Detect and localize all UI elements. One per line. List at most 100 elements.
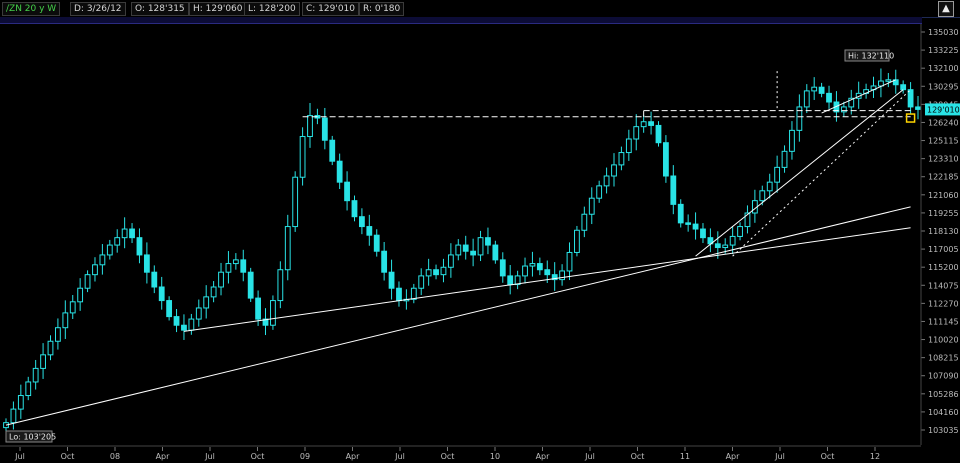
- candle-body: [247, 271, 254, 299]
- candle-body: [655, 124, 662, 144]
- y-tick-label: 107090: [928, 372, 959, 381]
- candle-body: [425, 269, 432, 277]
- y-tick-label: 104160: [928, 408, 959, 417]
- x-tick-label: Oct: [441, 452, 455, 461]
- candle-body: [714, 243, 721, 249]
- candle-body: [685, 222, 692, 225]
- candle-body: [907, 89, 914, 108]
- candle-body: [470, 250, 477, 256]
- candle-body: [136, 237, 143, 256]
- candle-body: [544, 269, 551, 276]
- candle-body: [492, 244, 499, 261]
- candle-body: [277, 269, 284, 302]
- candle-body: [106, 244, 113, 256]
- candle-body: [329, 139, 336, 162]
- x-tick-label: 09: [300, 452, 310, 461]
- candle-body: [447, 254, 454, 268]
- candle-body: [218, 271, 224, 288]
- candle-body: [373, 234, 380, 252]
- x-tick-label: Jul: [204, 452, 215, 461]
- x-tick-label: Apr: [156, 452, 171, 461]
- candle-body: [455, 244, 462, 256]
- candle-body: [203, 296, 210, 309]
- candle-body: [188, 318, 195, 331]
- candle-body: [729, 235, 736, 246]
- candle-body: [618, 152, 625, 166]
- candle-body: [99, 254, 106, 266]
- x-tick-label: Oct: [631, 452, 645, 461]
- candle-body: [737, 226, 743, 237]
- candle-body: [410, 287, 417, 300]
- candle-body: [900, 84, 907, 91]
- candle-body: [811, 86, 818, 92]
- x-tick-label: Oct: [821, 452, 835, 461]
- candle-body: [885, 79, 892, 82]
- candle-body: [292, 176, 299, 228]
- candles-layer: [3, 68, 921, 432]
- y-tick-label: 118130: [928, 227, 959, 236]
- candle-body: [84, 274, 91, 289]
- candle-body: [69, 301, 76, 314]
- candle-body: [173, 316, 180, 326]
- candle-body: [396, 287, 402, 302]
- candle-body: [522, 265, 528, 277]
- candle-body: [151, 271, 158, 288]
- candle-body: [611, 164, 617, 177]
- candle-body: [344, 181, 350, 202]
- candle-body: [299, 136, 306, 178]
- last-price-label: 129'010: [927, 105, 960, 114]
- y-tick-label: 103035: [928, 426, 959, 435]
- candle-body: [129, 228, 135, 239]
- candle-body: [307, 115, 313, 138]
- candle-body: [143, 254, 150, 273]
- candle-body: [240, 259, 247, 273]
- candle-body: [477, 237, 484, 256]
- candle-body: [648, 121, 654, 126]
- y-tick-label: 115200: [928, 263, 959, 272]
- candle-body: [818, 86, 825, 94]
- x-tick-label: Jul: [774, 452, 785, 461]
- candle-body: [232, 259, 239, 265]
- x-tick-label: Apr: [346, 452, 361, 461]
- candle-body: [321, 117, 328, 141]
- candle-body: [529, 263, 536, 267]
- y-tick-label: 111145: [928, 317, 959, 326]
- y-tick-label: 119255: [928, 209, 959, 218]
- candle-body: [774, 166, 781, 183]
- high-label: Hi: 132'110: [848, 52, 894, 61]
- y-tick-label: 135030: [928, 28, 959, 37]
- candle-body: [55, 327, 61, 342]
- candle-body: [781, 150, 788, 168]
- y-tick-label: 117005: [928, 245, 959, 254]
- candle-body: [388, 271, 395, 289]
- y-tick-label: 125115: [928, 137, 959, 146]
- candle-body: [32, 367, 39, 383]
- candle-body: [485, 237, 491, 246]
- candle-body: [766, 181, 773, 192]
- candle-body: [366, 226, 373, 236]
- candle-body: [759, 190, 766, 202]
- candle-body: [596, 185, 603, 199]
- candle-body: [92, 264, 98, 276]
- x-tick-label: 08: [110, 452, 120, 461]
- candle-body: [225, 263, 232, 273]
- x-tick-label: Apr: [536, 452, 551, 461]
- price-chart[interactable]: 1350301332251321001302951280451262401251…: [0, 0, 960, 463]
- candle-body: [663, 142, 669, 177]
- candle-body: [603, 175, 610, 187]
- x-tick-label: Oct: [61, 452, 75, 461]
- x-tick-label: 10: [490, 452, 500, 461]
- y-tick-label: 130295: [928, 82, 959, 91]
- y-tick-label: 132100: [928, 64, 959, 73]
- candle-body: [588, 197, 595, 215]
- candle-body: [722, 244, 729, 249]
- trendline[interactable]: [183, 227, 911, 332]
- x-tick-label: Jul: [584, 452, 595, 461]
- y-tick-label: 108215: [928, 354, 959, 363]
- candle-body: [633, 126, 640, 140]
- candle-body: [433, 269, 439, 276]
- low-label: Lo: 103'205: [9, 433, 56, 442]
- y-tick-label: 126240: [928, 118, 959, 127]
- y-tick-label: 121060: [928, 191, 959, 200]
- candle-body: [826, 92, 832, 103]
